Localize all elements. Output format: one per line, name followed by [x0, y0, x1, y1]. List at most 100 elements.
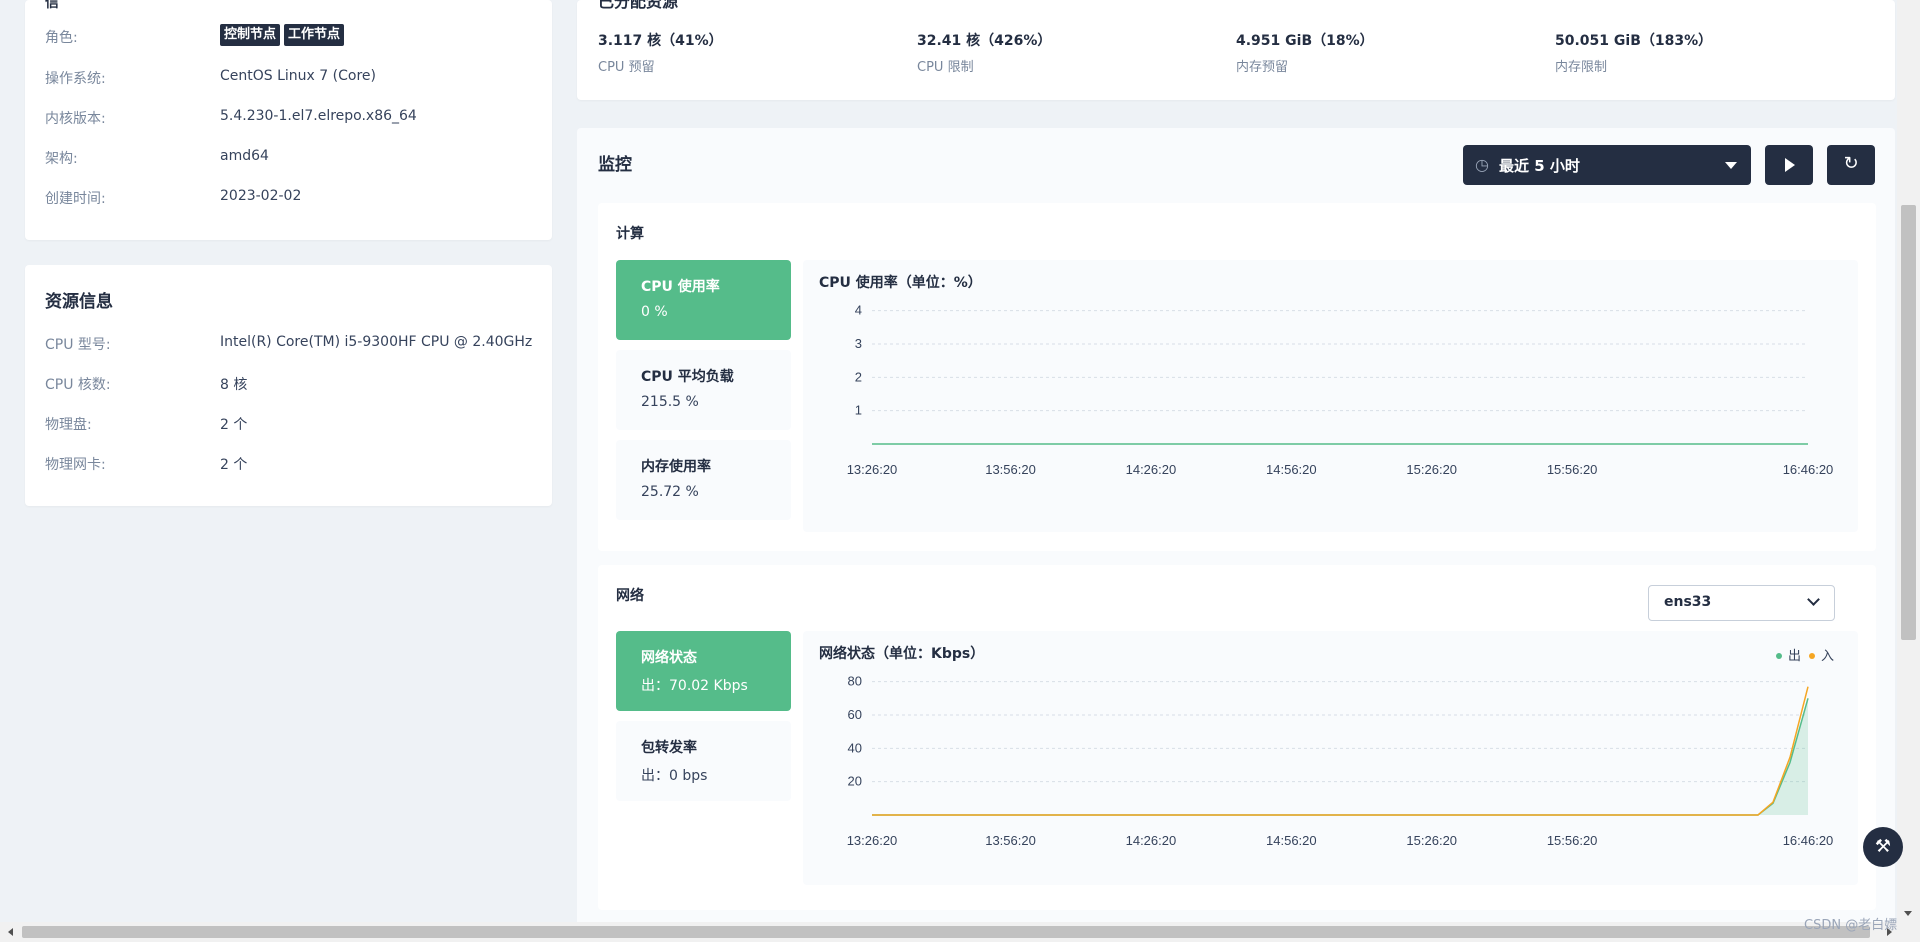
metric-net-status[interactable]: 网络状态 出：70.02 Kbps [616, 631, 791, 711]
metric-cpu-usage-value: 0 % [641, 304, 668, 320]
kernel-value: 5.4.230-1.el7.elrepo.x86_64 [220, 108, 417, 124]
y-tick-label: 2 [855, 369, 862, 384]
metric-packet-rate-label: 包转发率 [641, 740, 697, 756]
series-line-出 [872, 698, 1809, 816]
created-key: 创建时间: [45, 191, 106, 207]
vertical-scrollbar[interactable] [1897, 0, 1920, 922]
disk-key: 物理盘: [45, 417, 92, 433]
x-tick-label: 16:46:20 [1783, 833, 1834, 848]
allocated-title: 已分配资源 [598, 0, 679, 11]
horizontal-scrollbar[interactable] [0, 922, 1920, 942]
role-key: 角色: [45, 30, 78, 46]
x-tick-label: 13:56:20 [985, 462, 1036, 477]
x-tick-label: 13:26:20 [847, 833, 898, 848]
stat-mem-request: 4.951 GiB（18%） 内存预留 [1236, 30, 1374, 75]
scroll-down-arrow-icon[interactable] [1904, 911, 1912, 916]
kernel-key: 内核版本: [45, 111, 106, 127]
x-tick-label: 15:56:20 [1547, 833, 1598, 848]
vertical-scroll-thumb[interactable] [1901, 205, 1916, 640]
metric-cpu-usage-label: CPU 使用率 [641, 279, 720, 295]
resource-info-title: 资源信息 [45, 292, 113, 312]
x-tick-label: 13:26:20 [847, 462, 898, 477]
network-section: 网络 ens33 网络状态 出：70.02 Kbps 包转发率 出：0 bps … [598, 565, 1876, 910]
stat-cpu-request-value: 3.117 核（41%） [598, 33, 723, 49]
compute-section: 计算 CPU 使用率 0 % CPU 平均负载 215.5 % 内存使用率 25… [598, 203, 1876, 551]
cpu-chart-plot: 1 2 3 4 13:26:20 13:56:20 14:26:20 14:56:20 15:2… [847, 303, 1834, 477]
metric-net-status-label: 网络状态 [641, 650, 697, 666]
x-tick-label: 15:56:20 [1547, 462, 1598, 477]
y-tick-label: 80 [848, 674, 862, 689]
network-title: 网络 [616, 588, 644, 604]
x-tick-label: 14:56:20 [1266, 833, 1317, 848]
stat-mem-request-value: 4.951 GiB（18%） [1236, 33, 1374, 49]
x-tick-label: 15:26:20 [1406, 462, 1457, 477]
nic-key: 物理网卡: [45, 457, 106, 473]
node-info-card: 信 角色: 控制节点 工作节点 操作系统: CentOS Linux 7 (Cor… [25, 0, 552, 240]
created-value: 2023-02-02 [220, 188, 302, 204]
y-tick-label: 20 [848, 774, 862, 789]
metric-packet-rate-value: 出：0 bps [641, 768, 708, 784]
metric-mem-usage-label: 内存使用率 [641, 459, 711, 475]
compute-title: 计算 [616, 226, 644, 242]
x-tick-label: 14:26:20 [1126, 462, 1177, 477]
os-value: CentOS Linux 7 (Core) [220, 68, 376, 84]
resource-info-card: 资源信息 CPU 型号: Intel(R) Core(TM) i5-9300HF… [25, 265, 552, 506]
x-tick-label: 14:26:20 [1126, 833, 1177, 848]
cpu-model-value: Intel(R) Core(TM) i5-9300HF CPU @ 2.40GH… [220, 334, 533, 350]
arch-key: 架构: [45, 151, 78, 167]
chevron-down-icon [1807, 593, 1820, 606]
metric-mem-usage[interactable]: 内存使用率 25.72 % [616, 440, 791, 520]
interface-select[interactable]: ens33 [1648, 585, 1835, 621]
node-info-title: 信 [45, 0, 59, 11]
arch-value: amd64 [220, 148, 269, 164]
series-line-入 [872, 686, 1809, 816]
stat-mem-limit-value: 50.051 GiB（183%） [1555, 33, 1713, 49]
stat-cpu-request-label: CPU 预留 [598, 60, 655, 75]
stat-mem-request-label: 内存预留 [1236, 60, 1289, 75]
cpu-cores-value: 8 核 [220, 377, 248, 393]
cpu-chart: CPU 使用率（单位：%） 1 2 3 4 13:26:20 13:56:20 14:26:… [803, 260, 1858, 532]
disk-value: 2 个 [220, 417, 248, 433]
refresh-icon: ↻ [1843, 153, 1859, 174]
allocated-resources-card: 已分配资源 3.117 核（41%） CPU 预留 32.41 核（426%） … [577, 0, 1895, 100]
stat-mem-limit-label: 内存限制 [1555, 60, 1608, 75]
stat-cpu-request: 3.117 核（41%） CPU 预留 [598, 30, 723, 75]
watermark: CSDN @老白嫖 [1804, 918, 1898, 933]
nic-value: 2 个 [220, 457, 248, 473]
y-tick-label: 4 [855, 303, 862, 318]
play-button[interactable] [1765, 145, 1813, 185]
refresh-button[interactable]: ↻ [1827, 145, 1875, 185]
interface-value: ens33 [1664, 594, 1712, 610]
role-tag-worker: 工作节点 [284, 24, 345, 46]
metric-cpu-load-label: CPU 平均负载 [641, 369, 734, 385]
hammer-icon[interactable]: ⚒ [1863, 827, 1903, 867]
metric-cpu-load[interactable]: CPU 平均负载 215.5 % [616, 350, 791, 430]
stat-cpu-limit-label: CPU 限制 [917, 60, 974, 75]
scroll-left-arrow-icon[interactable] [8, 928, 13, 936]
series-area-出 [872, 698, 1808, 815]
x-tick-label: 13:56:20 [985, 833, 1036, 848]
y-tick-label: 3 [855, 336, 862, 351]
metric-cpu-load-value: 215.5 % [641, 394, 699, 410]
monitor-title: 监控 [598, 155, 632, 175]
metric-cpu-usage[interactable]: CPU 使用率 0 % [616, 260, 791, 340]
time-range-select[interactable]: ◷ 最近 5 小时 [1463, 145, 1751, 185]
role-tag-control: 控制节点 [220, 24, 281, 46]
cpu-model-key: CPU 型号: [45, 337, 111, 353]
metric-net-status-value: 出：70.02 Kbps [641, 678, 748, 694]
os-key: 操作系统: [45, 71, 106, 87]
role-tags: 控制节点 工作节点 [220, 24, 348, 46]
play-icon [1785, 158, 1795, 172]
stat-cpu-limit-value: 32.41 核（426%） [917, 33, 1052, 49]
network-chart-plot: 20 40 60 80 13:26:20 13:56:20 14:26:20 14:56:20… [847, 674, 1834, 848]
stat-mem-limit: 50.051 GiB（183%） 内存限制 [1555, 30, 1712, 75]
horizontal-scroll-thumb[interactable] [22, 926, 1870, 938]
stat-cpu-limit: 32.41 核（426%） CPU 限制 [917, 30, 1051, 75]
metric-packet-rate[interactable]: 包转发率 出：0 bps [616, 721, 791, 801]
x-tick-label: 15:26:20 [1406, 833, 1457, 848]
caret-down-icon [1725, 162, 1737, 169]
metric-mem-usage-value: 25.72 % [641, 484, 699, 500]
y-tick-label: 40 [848, 740, 862, 755]
time-range-value: 最近 5 小时 [1499, 157, 1580, 175]
y-tick-label: 60 [848, 707, 862, 722]
